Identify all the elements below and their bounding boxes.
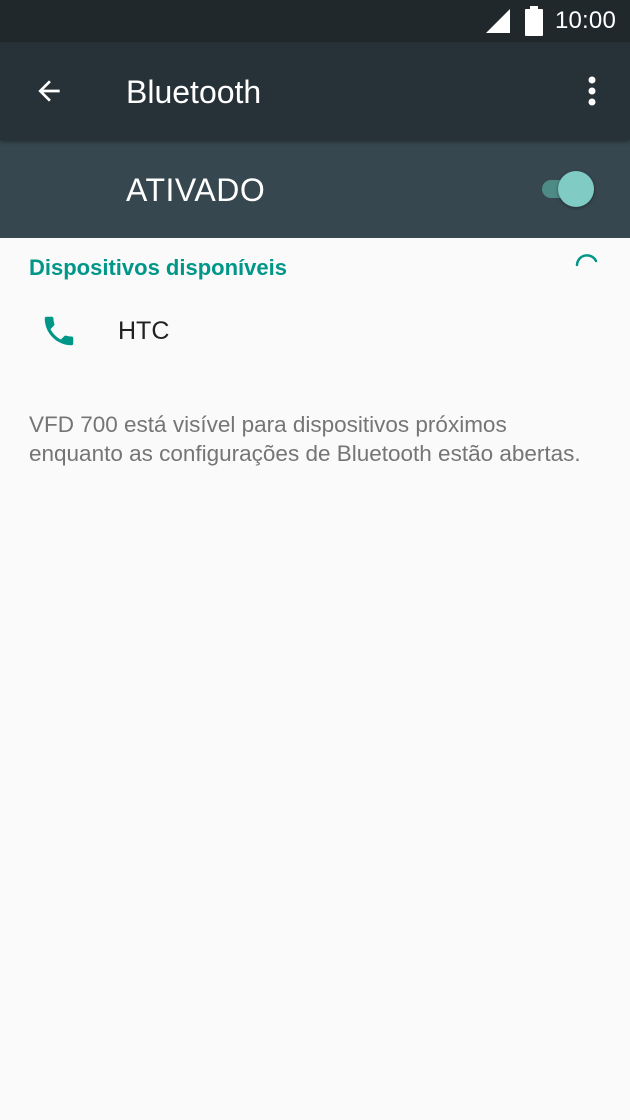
more-vert-icon [588,76,596,106]
signal-icon [485,8,511,34]
back-button[interactable] [24,66,74,116]
app-bar: Bluetooth [0,42,630,140]
status-icons: 10:00 [485,0,616,42]
phone-icon [44,316,74,346]
clock: 10:00 [554,7,616,34]
arrow-back-icon [38,80,60,102]
master-switch-label: ATIVADO [126,172,266,208]
progress-spinner-icon [575,254,598,267]
battery-icon [524,6,543,36]
visibility-note: VFD 700 está visível para dispositivos p… [29,412,581,466]
more-options-button[interactable] [570,66,614,116]
toggle-thumb [558,171,594,207]
device-name: HTC [118,317,170,345]
bluetooth-toggle[interactable] [538,170,598,208]
bluetooth-master-switch-row[interactable]: ATIVADO [0,140,630,238]
device-item[interactable]: HTC [0,294,630,370]
available-devices-header: Dispositivos disponíveis [29,255,287,280]
content: Dispositivos disponíveis HTC VFD 700 est… [0,238,630,1120]
page-title: Bluetooth [126,74,262,110]
status-bar: 10:00 [0,0,630,42]
